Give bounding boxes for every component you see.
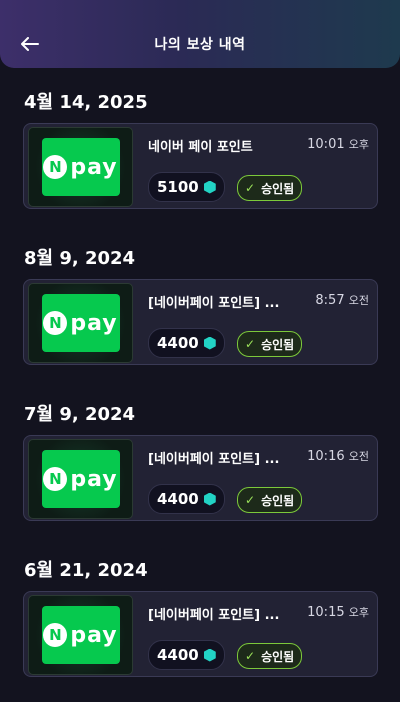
check-icon: ✓ bbox=[245, 493, 256, 507]
reward-name: [네이버페이 포인트] ... bbox=[148, 452, 280, 467]
gem-icon bbox=[203, 648, 216, 662]
page-title: 나의 보상 내역 bbox=[154, 37, 246, 53]
reward-time: 10:15 오후 bbox=[307, 605, 369, 620]
naver-pay-logo: N pay bbox=[41, 606, 120, 664]
reward-card[interactable]: N pay [네이버페이 포인트] ... 10:15 오후 4400 ✓ 승인… bbox=[23, 591, 378, 677]
gem-icon bbox=[203, 492, 216, 506]
reward-name: 네이버 페이 포인트 bbox=[148, 140, 253, 155]
reward-thumbnail: N pay bbox=[28, 439, 133, 519]
reward-thumbnail: N pay bbox=[28, 283, 133, 363]
reward-time: 8:57 오전 bbox=[315, 293, 369, 308]
gem-icon bbox=[203, 336, 216, 350]
status-badge: ✓ 승인됨 bbox=[237, 643, 303, 669]
top-header: 나의 보상 내역 bbox=[0, 0, 400, 68]
points-value: 5100 bbox=[157, 178, 199, 196]
reward-card[interactable]: N pay [네이버페이 포인트] ... 10:16 오전 4400 ✓ 승인… bbox=[23, 435, 378, 521]
reward-thumbnail: N pay bbox=[28, 127, 133, 207]
reward-date: 6월 21, 2024 bbox=[24, 560, 148, 581]
points-value: 4400 bbox=[157, 490, 199, 508]
points-value: 4400 bbox=[157, 646, 199, 664]
status-badge: ✓ 승인됨 bbox=[237, 175, 303, 201]
gem-icon bbox=[203, 180, 216, 194]
points-value: 4400 bbox=[157, 334, 199, 352]
check-icon: ✓ bbox=[245, 337, 256, 351]
check-icon: ✓ bbox=[245, 649, 256, 663]
reward-name: [네이버페이 포인트] ... bbox=[148, 608, 280, 623]
naver-pay-logo: N pay bbox=[41, 138, 120, 196]
reward-date: 4월 14, 2025 bbox=[24, 92, 148, 113]
naver-pay-logo: N pay bbox=[41, 294, 120, 352]
reward-card[interactable]: N pay [네이버페이 포인트] ... 8:57 오전 4400 ✓ 승인됨 bbox=[23, 279, 378, 365]
points-pill: 4400 bbox=[148, 328, 225, 358]
status-badge: ✓ 승인됨 bbox=[237, 487, 303, 513]
reward-time: 10:01 오후 bbox=[307, 137, 369, 152]
reward-name: [네이버페이 포인트] ... bbox=[148, 296, 280, 311]
points-pill: 4400 bbox=[148, 484, 225, 514]
naver-pay-logo: N pay bbox=[41, 450, 120, 508]
reward-time: 10:16 오전 bbox=[307, 449, 369, 464]
reward-thumbnail: N pay bbox=[28, 595, 133, 675]
points-pill: 4400 bbox=[148, 640, 225, 670]
reward-date: 8월 9, 2024 bbox=[24, 248, 136, 269]
reward-date: 7월 9, 2024 bbox=[24, 404, 136, 425]
check-icon: ✓ bbox=[245, 181, 256, 195]
status-badge: ✓ 승인됨 bbox=[237, 331, 303, 357]
points-pill: 5100 bbox=[148, 172, 225, 202]
reward-card[interactable]: N pay 네이버 페이 포인트 10:01 오후 5100 ✓ 승인됨 bbox=[23, 123, 378, 209]
